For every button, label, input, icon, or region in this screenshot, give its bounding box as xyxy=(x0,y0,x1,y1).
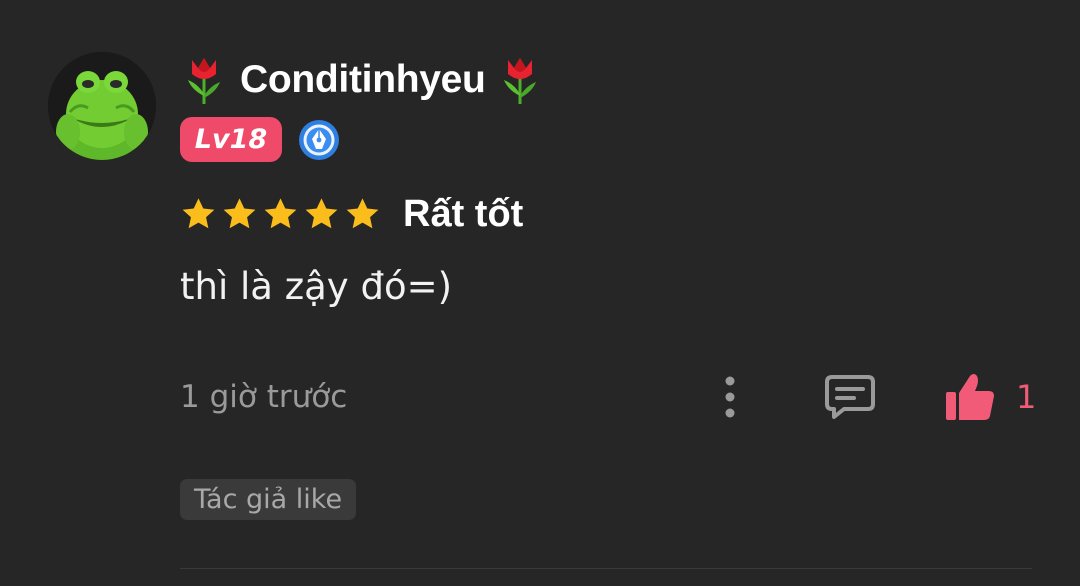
star-icon xyxy=(223,197,256,228)
username-row: Conditinhyeu xyxy=(180,53,544,107)
frog-avatar-image xyxy=(48,52,156,160)
vertical-dots-icon xyxy=(725,376,735,418)
star-icon xyxy=(346,197,379,228)
review-comment: thì là zậy đó=) xyxy=(180,265,453,308)
pen-nib-badge-icon xyxy=(299,119,339,160)
username[interactable]: Conditinhyeu xyxy=(240,58,486,102)
tulip-icon xyxy=(503,58,536,104)
star-icon xyxy=(264,197,297,228)
avatar[interactable] xyxy=(48,52,156,160)
thumbs-up-icon xyxy=(946,374,994,420)
level-badge: Lv18 xyxy=(180,117,282,162)
timestamp: 1 giờ trước xyxy=(180,379,348,415)
like-button[interactable]: 1 xyxy=(944,370,1036,424)
rating-stars xyxy=(180,196,385,233)
divider xyxy=(180,568,1032,569)
reply-button[interactable] xyxy=(822,372,878,422)
more-options-button[interactable] xyxy=(712,372,748,422)
rating-row: Rất tốt xyxy=(180,190,523,238)
author-liked-tag: Tác giả like xyxy=(180,479,357,520)
like-count: 1 xyxy=(1016,378,1037,416)
tulip-icon xyxy=(188,58,220,104)
comment-icon xyxy=(825,375,875,419)
rating-label: Rất tốt xyxy=(403,192,524,235)
star-icon xyxy=(305,197,338,228)
star-icon xyxy=(182,197,215,228)
badge-row: Lv18 xyxy=(180,117,340,162)
